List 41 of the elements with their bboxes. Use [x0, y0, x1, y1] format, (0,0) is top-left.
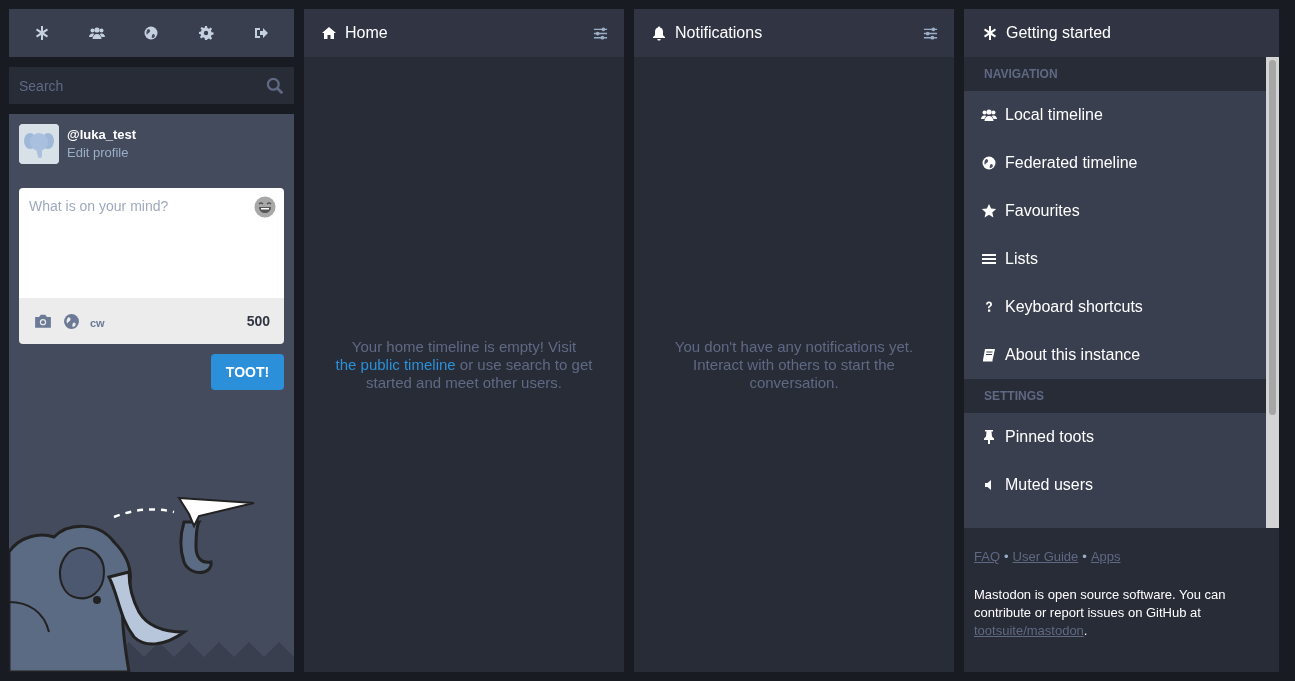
star-icon — [981, 203, 997, 219]
public-timeline-link[interactable]: the public timeline — [335, 355, 456, 373]
menu-item[interactable]: Lists — [964, 235, 1266, 283]
menu-item[interactable]: Local timeline — [964, 91, 1266, 139]
emoji-icon[interactable] — [254, 196, 276, 218]
column-title[interactable]: Notifications — [675, 24, 915, 42]
book-icon — [981, 347, 997, 363]
empty-message: You don't have any notifications yet. Interact with others to start the conversation. — [673, 337, 915, 392]
character-counter: 500 — [246, 313, 270, 329]
menu-item[interactable]: Pinned toots — [964, 413, 1266, 461]
search-field[interactable]: Search — [9, 67, 294, 104]
compose-field[interactable]: What is on your mind? — [19, 188, 284, 298]
sliders-icon[interactable] — [923, 25, 938, 41]
menu-item[interactable]: Favourites — [964, 187, 1266, 235]
list-icon — [981, 251, 997, 267]
scrollbar[interactable] — [1266, 57, 1279, 528]
about-text: Mastodon is open source software. You can contribute or report issues on GitHub at tootsuite/mastodon. — [974, 586, 1227, 640]
menu-item[interactable]: About this instance — [964, 331, 1266, 379]
username: @luka_test — [67, 127, 137, 142]
empty-message: Your home timeline is empty! Visit the public timeline or use search to get started and meet other users. — [334, 337, 594, 392]
bell-icon — [651, 25, 667, 41]
menu-item[interactable]: Federated timeline — [964, 139, 1266, 187]
globe-icon — [981, 155, 997, 171]
asterisk-icon — [982, 25, 998, 41]
search-icon — [266, 77, 284, 95]
home-icon — [321, 25, 337, 41]
sliders-icon[interactable] — [593, 25, 608, 41]
pin-icon — [981, 429, 997, 445]
separator-dot: • — [1004, 548, 1009, 566]
column-title[interactable]: Home — [345, 24, 585, 42]
column-title: Getting started — [1006, 24, 1112, 42]
globe-icon[interactable] — [63, 312, 80, 330]
content-warning-button[interactable]: cw — [90, 314, 105, 331]
menu-item[interactable]: Muted users — [964, 461, 1266, 509]
section-heading: NAVIGATION — [964, 57, 1266, 91]
section-heading: SETTINGS — [964, 379, 1266, 413]
separator-dot: • — [1082, 548, 1087, 566]
camera-icon[interactable] — [33, 312, 53, 330]
users-icon — [981, 107, 997, 123]
edit-profile-link[interactable]: Edit profile — [67, 145, 137, 160]
menu-item[interactable]: Keyboard shortcuts — [964, 283, 1266, 331]
